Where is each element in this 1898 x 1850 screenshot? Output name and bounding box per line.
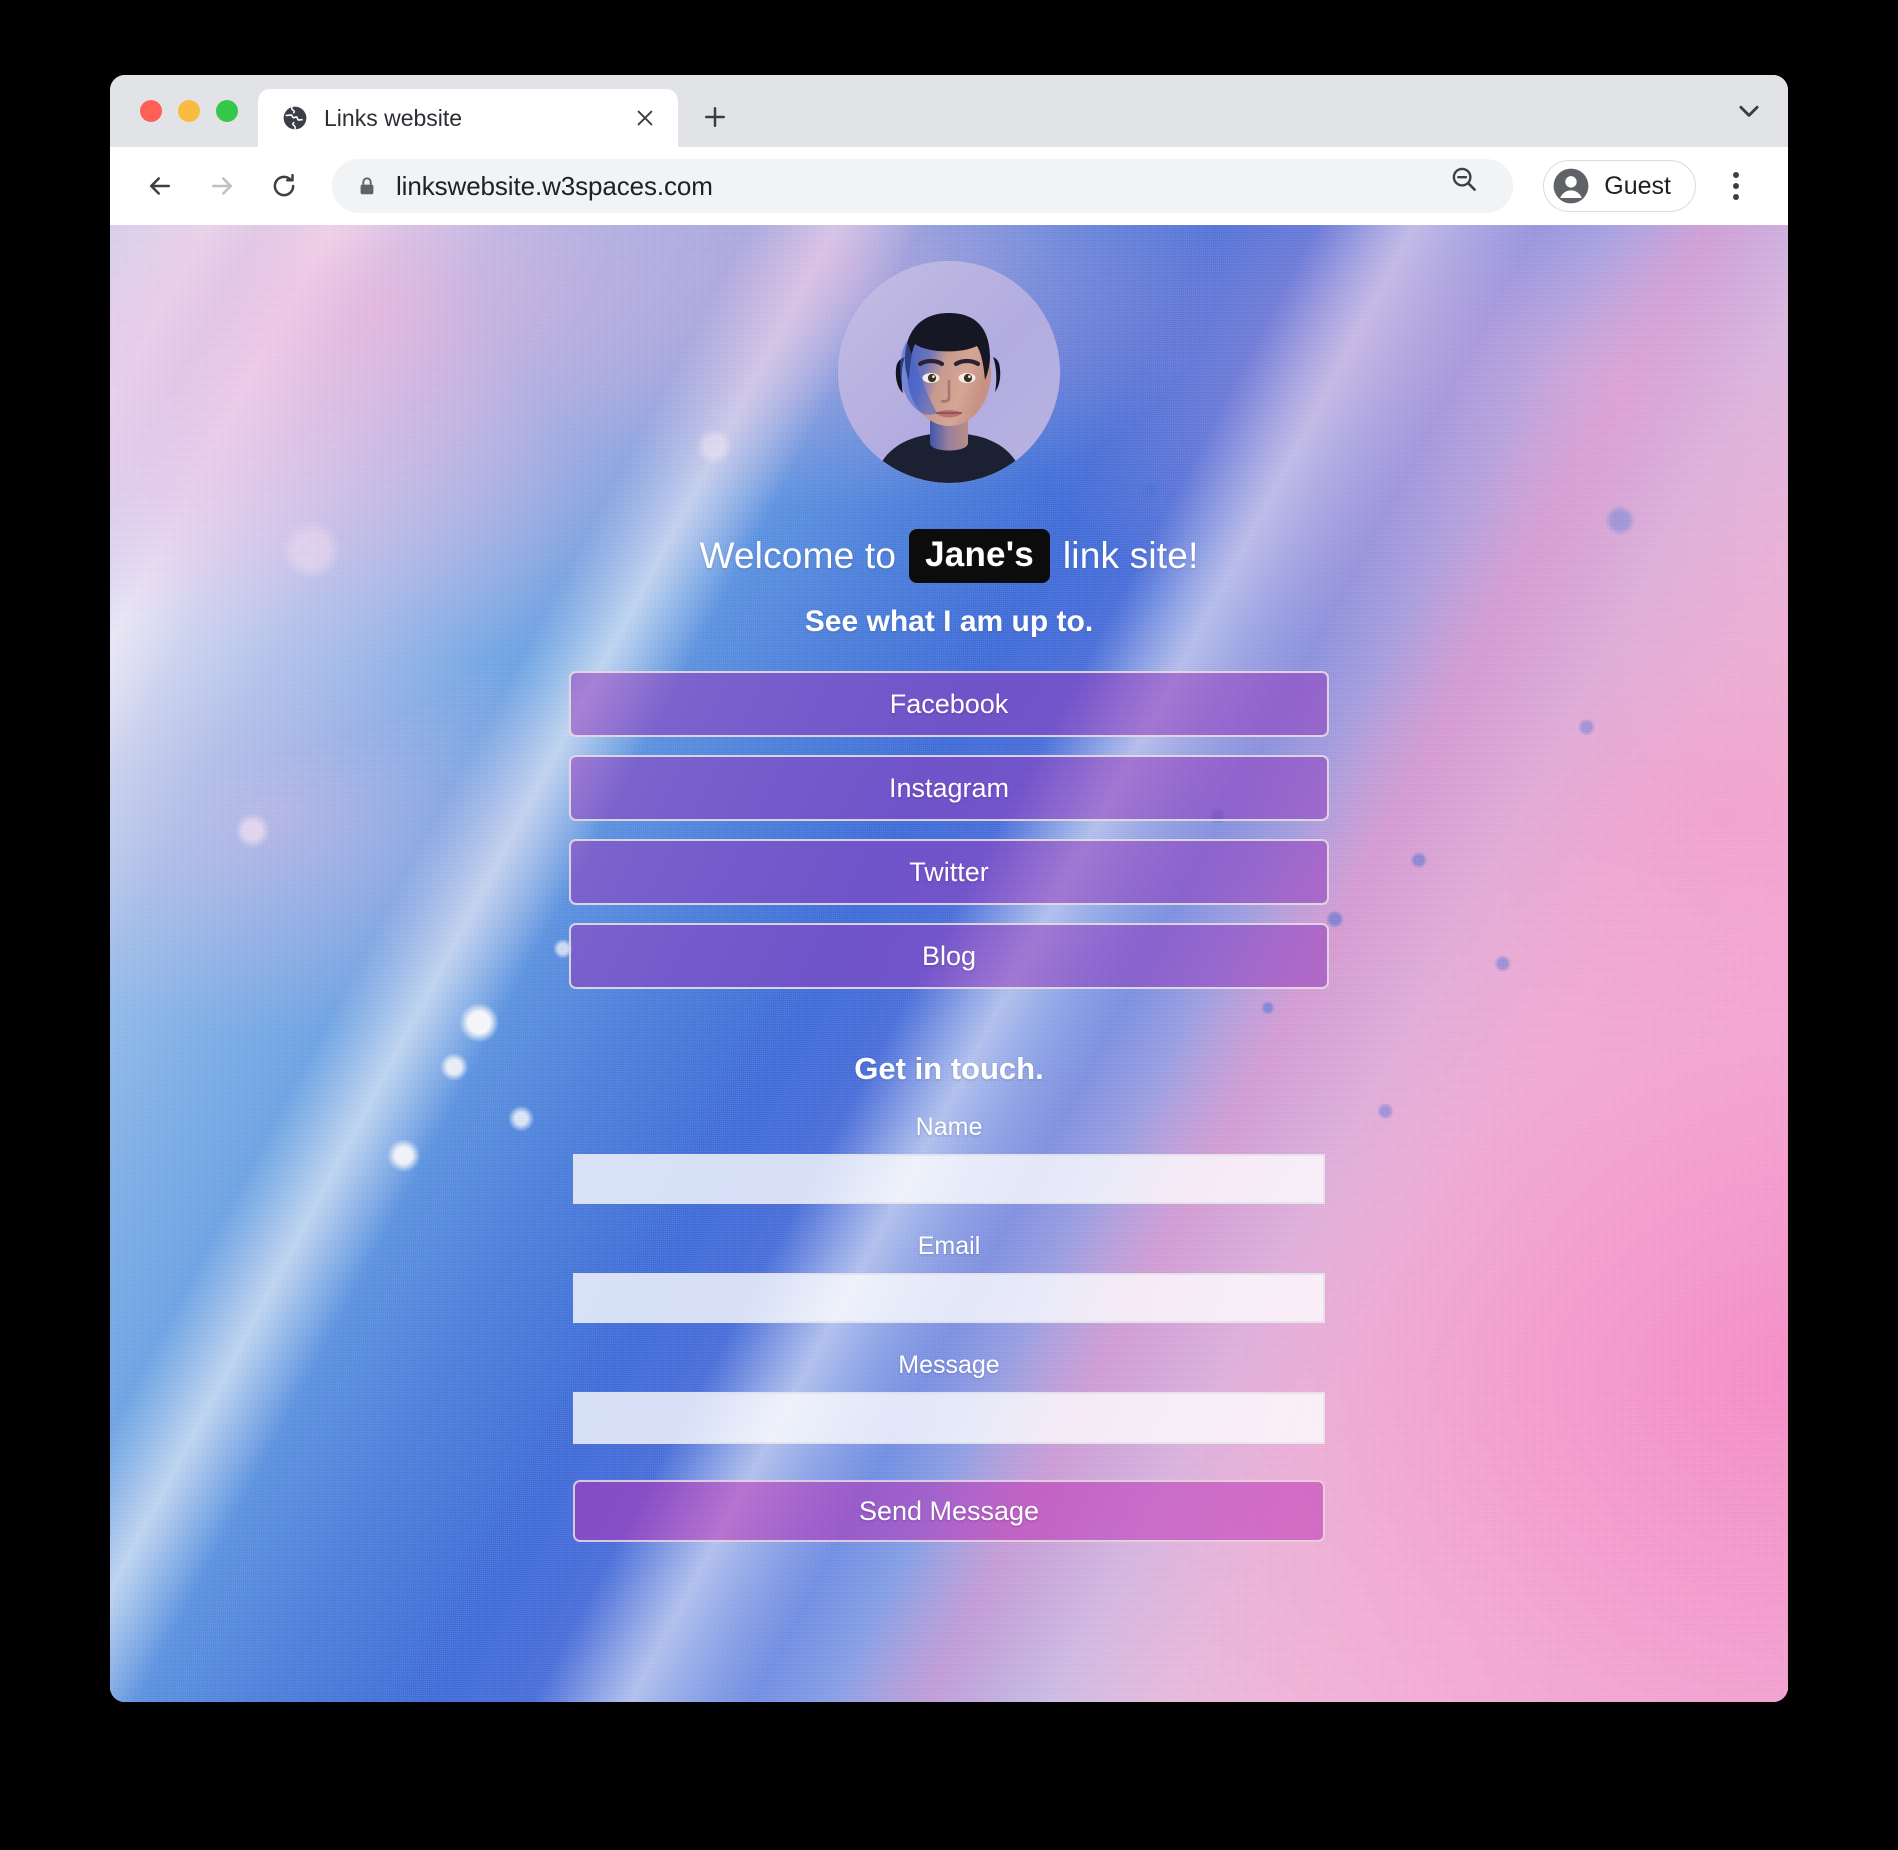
account-circle-icon — [1552, 167, 1590, 205]
send-message-button[interactable]: Send Message — [573, 1480, 1325, 1542]
minimize-window-button[interactable] — [178, 100, 200, 122]
browser-window: Links website linkswebsite.w3spaces.com … — [110, 75, 1788, 1702]
link-button-facebook[interactable]: Facebook — [569, 671, 1329, 737]
name-field-label: Name — [915, 1113, 983, 1141]
avatar-portrait-illustration — [838, 261, 1060, 483]
address-bar[interactable]: linkswebsite.w3spaces.com — [332, 159, 1514, 213]
message-input[interactable] — [573, 1392, 1325, 1444]
close-window-button[interactable] — [140, 100, 162, 122]
contact-heading: Get in touch. — [854, 1051, 1044, 1086]
email-input[interactable] — [573, 1273, 1325, 1323]
browser-tab-strip: Links website — [110, 75, 1788, 147]
window-traffic-lights — [110, 75, 258, 147]
contact-form: Name Email Message Send Message — [573, 1113, 1325, 1542]
lock-icon — [356, 173, 378, 199]
globe-icon — [282, 105, 308, 131]
profile-button[interactable]: Guest — [1543, 160, 1696, 212]
browser-tab-links-website[interactable]: Links website — [258, 89, 678, 147]
address-bar-url[interactable]: linkswebsite.w3spaces.com — [396, 171, 1431, 202]
menu-dot — [1733, 172, 1739, 178]
zoom-out-icon[interactable] — [1449, 164, 1493, 208]
message-field-label: Message — [898, 1351, 1000, 1379]
welcome-heading: Welcome to Jane's link site! — [699, 529, 1198, 583]
link-button-instagram[interactable]: Instagram — [569, 755, 1329, 821]
maximize-window-button[interactable] — [216, 100, 238, 122]
browser-tab-title: Links website — [324, 104, 463, 131]
page-viewport: Welcome to Jane's link site! See what I … — [110, 225, 1788, 1702]
arrow-right-icon — [194, 158, 250, 214]
tagline: See what I am up to. — [804, 605, 1094, 638]
three-dot-menu-icon[interactable] — [1710, 160, 1762, 212]
arrow-left-icon[interactable] — [132, 158, 188, 214]
menu-dot — [1733, 183, 1739, 189]
profile-label: Guest — [1604, 171, 1671, 200]
browser-toolbar: linkswebsite.w3spaces.com Guest — [110, 147, 1788, 225]
link-button-blog[interactable]: Blog — [569, 923, 1329, 989]
welcome-suffix: link site! — [1062, 535, 1199, 576]
close-icon[interactable] — [630, 103, 660, 133]
social-link-list: Facebook Instagram Twitter Blog — [569, 671, 1329, 989]
link-button-twitter[interactable]: Twitter — [569, 839, 1329, 905]
reload-icon[interactable] — [256, 158, 312, 214]
welcome-prefix: Welcome to — [699, 535, 897, 576]
new-tab-button[interactable] — [688, 90, 742, 144]
welcome-name-badge: Jane's — [909, 529, 1050, 583]
page-content: Welcome to Jane's link site! See what I … — [110, 225, 1788, 1702]
chevron-down-icon[interactable] — [1728, 75, 1788, 147]
menu-dot — [1733, 194, 1739, 200]
email-field-label: Email — [917, 1232, 981, 1260]
name-input[interactable] — [573, 1154, 1325, 1204]
avatar — [838, 261, 1060, 483]
